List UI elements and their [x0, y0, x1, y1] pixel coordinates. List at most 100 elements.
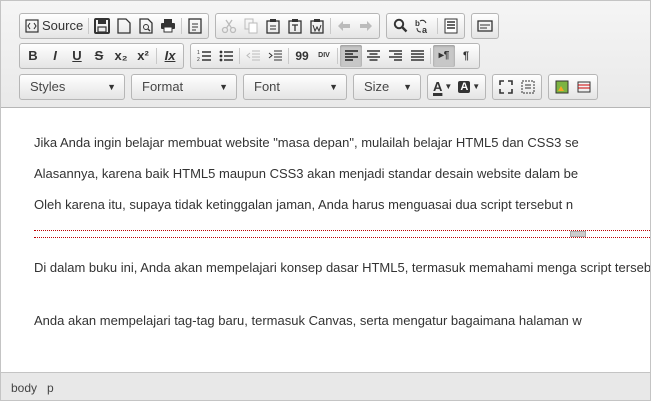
separator: [430, 47, 431, 64]
chevron-down-icon: ▼: [444, 82, 453, 91]
redo-icon: [360, 20, 373, 31]
rtl-icon: ¶: [462, 49, 470, 62]
show-blocks-icon: [521, 80, 535, 93]
chevron-down-icon: ▼: [403, 81, 412, 92]
separator: [437, 17, 439, 34]
find-button[interactable]: [389, 15, 411, 37]
new-page-button[interactable]: [113, 15, 135, 37]
templates-button[interactable]: [184, 15, 206, 37]
align-center-button[interactable]: [362, 45, 384, 67]
forms-group: [471, 12, 500, 39]
styles-dropdown[interactable]: Styles ▼: [19, 73, 125, 100]
align-right-icon: [388, 49, 402, 61]
italic-button[interactable]: I: [44, 45, 66, 67]
create-div-button[interactable]: DIV: [313, 45, 335, 67]
editor-content[interactable]: Jika Anda ingin belajar membuat website …: [1, 108, 651, 372]
preview-button[interactable]: [135, 15, 157, 37]
save-button[interactable]: [91, 15, 113, 37]
search-icon: [393, 18, 408, 33]
underline-icon: U: [72, 48, 82, 63]
size-label: Size: [364, 79, 390, 94]
separator: [337, 47, 338, 64]
blockquote-button[interactable]: 99: [291, 45, 313, 67]
underline-button[interactable]: U: [66, 45, 88, 67]
preview-icon: [139, 17, 153, 34]
scissors-icon: [222, 19, 237, 33]
copy-button[interactable]: [240, 15, 262, 37]
undo-icon: [338, 20, 351, 31]
maximize-button[interactable]: [495, 76, 517, 98]
rtl-button[interactable]: ¶: [455, 45, 477, 67]
paste-text-button[interactable]: [284, 15, 306, 37]
outdent-button[interactable]: [242, 45, 264, 67]
bold-button[interactable]: B: [22, 45, 44, 67]
maximize-icon: [499, 79, 513, 94]
undo-button[interactable]: [333, 15, 355, 37]
tools-group: [492, 73, 543, 100]
remove-format-icon: Ix: [164, 48, 176, 63]
separator: [156, 47, 157, 64]
svg-text:b: b: [415, 19, 420, 28]
source-label: Source: [42, 18, 84, 33]
element-path-bar: body p: [1, 372, 650, 400]
paragraph: Oleh karena itu, supaya tidak ketinggala…: [34, 197, 574, 212]
page-break[interactable]: [34, 230, 650, 238]
basic-styles-group: B I U S x₂ x² Ix: [19, 42, 184, 69]
align-right-button[interactable]: [384, 45, 406, 67]
text-color-icon: A: [433, 79, 443, 94]
italic-icon: I: [53, 48, 57, 63]
text-color-button[interactable]: A ▼: [430, 76, 455, 98]
select-all-button[interactable]: [440, 15, 462, 37]
image-button[interactable]: [551, 76, 573, 98]
numbered-list-button[interactable]: 12: [193, 45, 215, 67]
strike-button[interactable]: S: [88, 45, 110, 67]
editing-group: ba: [386, 12, 466, 39]
toolbar-row-1: Source b a: [19, 12, 500, 39]
background-color-button[interactable]: A ▼: [455, 76, 483, 98]
paste-word-icon: [310, 18, 324, 34]
ltr-icon: ▸¶: [438, 50, 450, 61]
indent-button[interactable]: [264, 45, 286, 67]
superscript-button[interactable]: x²: [132, 45, 154, 67]
indent-icon: [268, 50, 282, 60]
ltr-button[interactable]: ▸¶: [433, 44, 455, 67]
table-button[interactable]: [573, 76, 595, 98]
numbered-list-icon: 12: [197, 50, 211, 63]
select-all-icon: [444, 18, 458, 33]
form-button[interactable]: [474, 15, 496, 37]
cut-button[interactable]: [218, 15, 240, 37]
bulleted-list-button[interactable]: [215, 45, 237, 67]
show-blocks-button[interactable]: [517, 76, 539, 98]
copy-icon: [244, 18, 258, 33]
align-left-icon: [344, 49, 358, 61]
align-center-icon: [366, 49, 380, 61]
svg-text:a: a: [422, 25, 428, 34]
bulleted-list-icon: [219, 50, 233, 61]
paste-from-word-button[interactable]: [306, 15, 328, 37]
remove-format-button[interactable]: Ix: [159, 45, 181, 67]
replace-button[interactable]: ba: [411, 15, 435, 37]
paragraph: Di dalam buku ini, Anda akan mempelajari…: [34, 260, 651, 275]
new-page-icon: [117, 17, 131, 34]
subscript-button[interactable]: x₂: [110, 45, 132, 67]
clipboard-group: [215, 12, 381, 39]
separator: [239, 47, 240, 64]
redo-button[interactable]: [355, 15, 377, 37]
paste-button[interactable]: [262, 15, 284, 37]
source-button[interactable]: Source: [22, 15, 86, 37]
styles-label: Styles: [30, 79, 66, 94]
path-item-p[interactable]: p: [47, 381, 54, 395]
format-dropdown[interactable]: Format ▼: [131, 73, 237, 100]
justify-button[interactable]: [406, 45, 428, 67]
chevron-down-icon: ▼: [107, 81, 116, 92]
print-button[interactable]: [157, 15, 179, 37]
size-dropdown[interactable]: Size ▼: [353, 73, 421, 100]
bold-icon: B: [28, 48, 38, 63]
clipboard-icon: [266, 18, 280, 34]
colors-group: A ▼ A ▼: [427, 73, 487, 100]
page-break-handle-icon: [570, 231, 586, 237]
svg-text:2: 2: [197, 57, 200, 63]
font-dropdown[interactable]: Font ▼: [243, 73, 347, 100]
path-item-body[interactable]: body: [11, 381, 37, 395]
align-left-button[interactable]: [340, 44, 362, 67]
